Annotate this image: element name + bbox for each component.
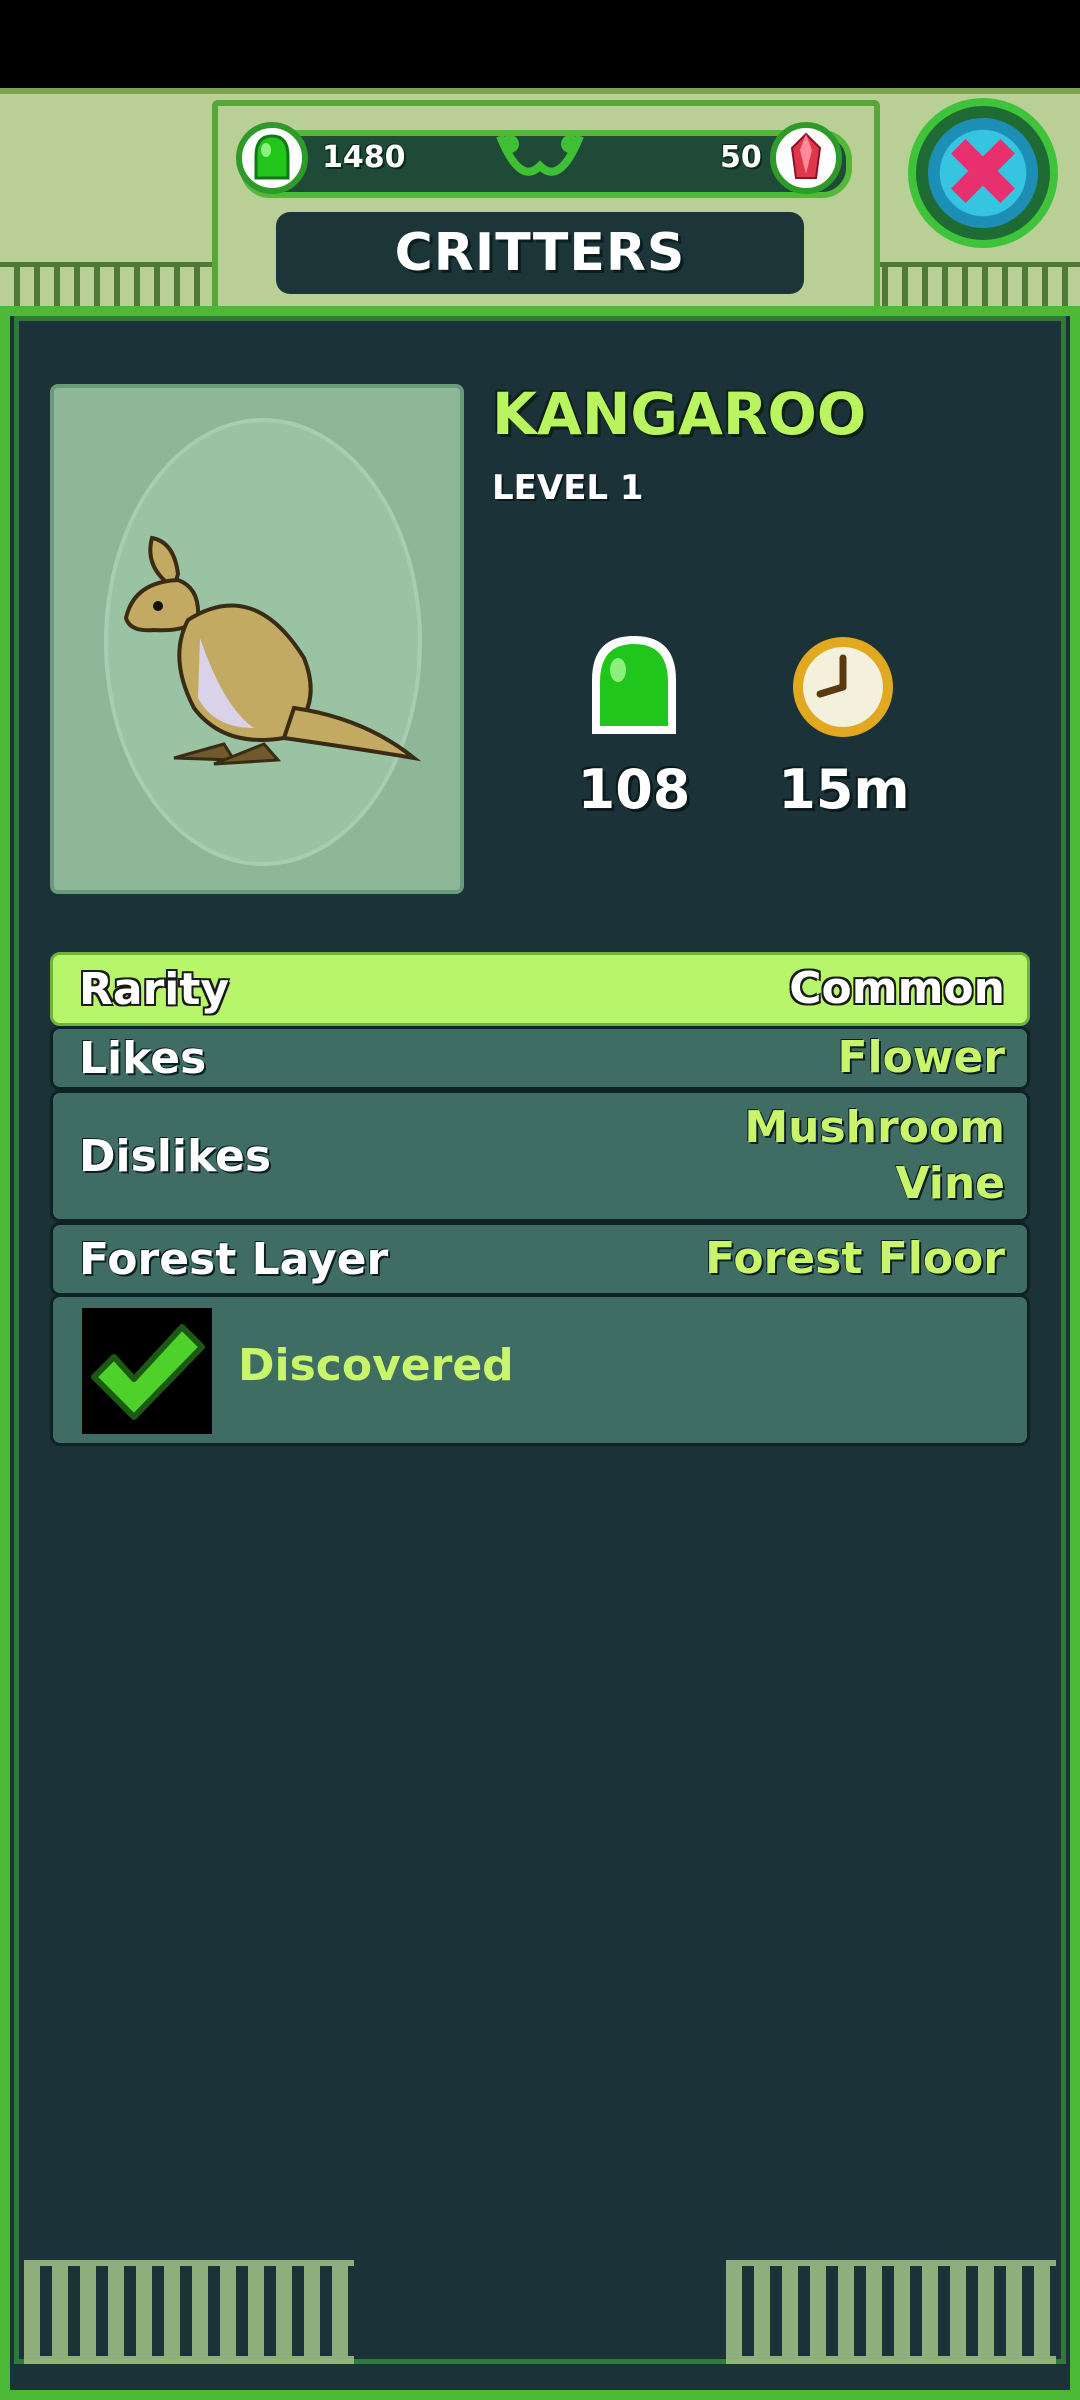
panel-ornament-right [726,2260,1056,2364]
discovered-label: Discovered [238,1340,514,1391]
close-button[interactable]: ✖ [908,98,1058,248]
likes-row: Likes Flower [50,1026,1030,1090]
gel-count: 1480 [322,140,406,175]
title-banner: CRITTERS [276,212,804,294]
dislikes-row: Dislikes Mushroom Vine [50,1090,1030,1222]
gem-count: 50 [720,140,762,175]
forest-layer-label: Forest Layer [79,1233,389,1285]
critter-portrait [50,384,464,894]
dislike-item: Mushroom [744,1102,1005,1153]
red-crystal-icon [770,122,842,194]
kangaroo-portrait [123,535,422,766]
green-gel-icon [236,122,308,194]
critter-name: KANGAROO [492,380,867,448]
likes-label: Likes [79,1032,207,1084]
critter-level: LEVEL 1 [492,468,644,508]
dislikes-values: Mushroom Vine [744,1100,1005,1212]
gel-cost-icon [592,636,676,734]
rarity-row: Rarity Common [50,952,1030,1026]
gel-cost-value: 108 [577,758,691,821]
checkmark-icon [82,1308,212,1434]
time-value: 15m [778,758,910,821]
page-title: CRITTERS [394,223,686,283]
clock-icon [793,637,893,737]
rarity-label: Rarity [79,963,230,1015]
forest-layer-value: Forest Floor [705,1233,1005,1284]
close-x-icon: ✖ [928,118,1038,228]
dislike-item: Vine [895,1158,1005,1209]
forest-layer-row: Forest Layer Forest Floor [50,1222,1030,1296]
vine-ornament-icon [490,126,590,200]
dislikes-label: Dislikes [79,1130,272,1182]
rarity-value: Common [789,963,1005,1014]
likes-value: Flower [837,1032,1005,1083]
panel-ornament-left [24,2260,354,2364]
